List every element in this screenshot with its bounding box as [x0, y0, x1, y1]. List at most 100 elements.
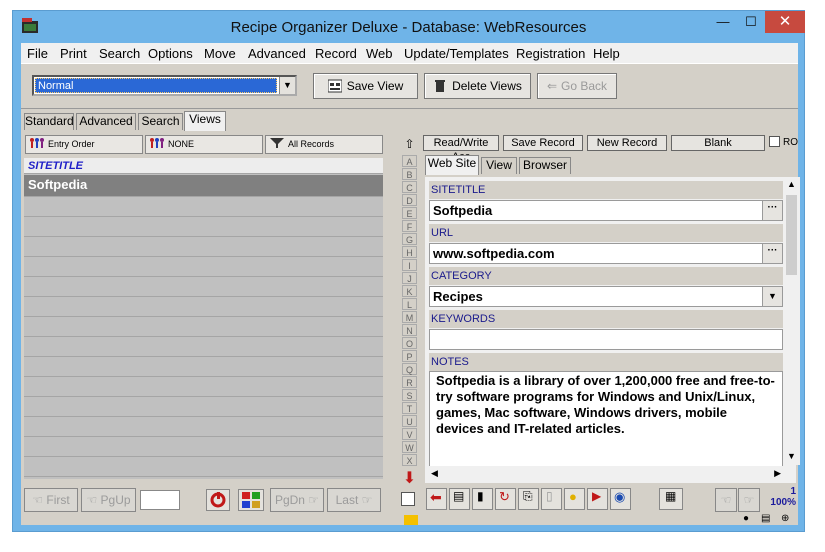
arrow-down-icon[interactable]: ⬇	[400, 468, 419, 487]
copy-record-button[interactable]: ⎘	[518, 488, 539, 510]
refresh-record-button[interactable]: ↻	[495, 488, 516, 510]
scroll-up-icon[interactable]: ▲	[783, 179, 800, 189]
minimize-button[interactable]: —	[709, 11, 737, 33]
list-item-empty[interactable]	[24, 198, 383, 217]
delete-record-button[interactable]: ▮	[472, 488, 493, 510]
prev-record-button[interactable]: ☜	[715, 488, 737, 512]
tab-view[interactable]: View	[481, 157, 517, 174]
category-select[interactable]: Recipes ▼	[429, 286, 783, 307]
alpha-t[interactable]: T	[402, 402, 417, 414]
list-item-empty[interactable]	[24, 378, 383, 397]
list-item-empty[interactable]	[24, 318, 383, 337]
scroll-right-icon[interactable]: ▶	[774, 468, 781, 479]
chevron-down-icon[interactable]: ▼	[279, 77, 295, 94]
menu-options[interactable]: Options	[148, 46, 193, 61]
read-only-checkbox[interactable]: RO	[769, 135, 799, 151]
save-view-button[interactable]: Save View	[313, 73, 418, 99]
alpha-u[interactable]: U	[402, 415, 417, 427]
alpha-c[interactable]: C	[402, 181, 417, 193]
alpha-r[interactable]: R	[402, 376, 417, 388]
alpha-n[interactable]: N	[402, 324, 417, 336]
list-item-empty[interactable]	[24, 338, 383, 357]
list-item-empty[interactable]	[24, 458, 383, 477]
close-button[interactable]: ✕	[765, 11, 805, 33]
previous-arrow-button[interactable]: ⬅	[426, 488, 447, 510]
menu-record[interactable]: Record	[315, 46, 357, 61]
entry-order-button[interactable]: Entry Order	[25, 135, 143, 154]
alpha-b[interactable]: B	[402, 168, 417, 180]
pgup-button[interactable]: ☜ PgUp	[81, 488, 136, 512]
list-item-empty[interactable]	[24, 398, 383, 417]
alpha-o[interactable]: O	[402, 337, 417, 349]
color-tiles-button[interactable]	[238, 489, 264, 511]
keywords-field[interactable]	[429, 329, 783, 350]
paste-record-button[interactable]: ▶	[587, 488, 608, 510]
sitetitle-ellipsis-button[interactable]: ···	[762, 201, 782, 220]
tab-search[interactable]: Search	[138, 113, 183, 130]
alpha-j[interactable]: J	[402, 272, 417, 284]
tip-button[interactable]: ●	[564, 488, 585, 510]
read-write-button[interactable]: Read/Write Acc	[423, 135, 499, 163]
scroll-down-icon[interactable]: ▼	[783, 451, 800, 461]
alpha-h[interactable]: H	[402, 246, 417, 258]
list-item-empty[interactable]	[24, 298, 383, 317]
menu-print[interactable]: Print	[60, 46, 87, 61]
alpha-s[interactable]: S	[402, 389, 417, 401]
alpha-e[interactable]: E	[402, 207, 417, 219]
url-field[interactable]: www.softpedia.com ···	[429, 243, 783, 264]
list-item-empty[interactable]	[24, 438, 383, 457]
last-button[interactable]: Last ☞	[327, 488, 381, 512]
arrow-up-icon[interactable]: ⇧	[400, 137, 419, 155]
list-item[interactable]: Softpedia	[24, 175, 383, 197]
save-record-button[interactable]: Save Record	[503, 135, 583, 151]
alpha-m[interactable]: M	[402, 311, 417, 323]
menu-help[interactable]: Help	[593, 46, 620, 61]
list-item-empty[interactable]	[24, 418, 383, 437]
menu-search[interactable]: Search	[99, 46, 140, 61]
alpha-q[interactable]: Q	[402, 363, 417, 375]
list-item-empty[interactable]	[24, 238, 383, 257]
alpha-l[interactable]: L	[402, 298, 417, 310]
menu-registration[interactable]: Registration	[516, 46, 585, 61]
next-record-button[interactable]: ☞	[738, 488, 760, 512]
alpha-g[interactable]: G	[402, 233, 417, 245]
alpha-i[interactable]: I	[402, 259, 417, 271]
filter-button[interactable]: NONE	[145, 135, 263, 154]
sitetitle-field[interactable]: Softpedia ···	[429, 200, 783, 221]
chevron-down-icon[interactable]: ▼	[762, 287, 782, 306]
view-select[interactable]: Normal ▼	[32, 75, 297, 96]
alpha-p[interactable]: P	[402, 350, 417, 362]
maximize-button[interactable]: ☐	[737, 11, 765, 33]
goto-record-input[interactable]	[140, 490, 180, 510]
list-item-empty[interactable]	[24, 358, 383, 377]
form-horizontal-scrollbar[interactable]: ◀ ▶	[429, 466, 783, 483]
list-column-header[interactable]: SITETITLE	[24, 158, 383, 174]
alpha-k[interactable]: K	[402, 285, 417, 297]
first-button[interactable]: ☜ First	[24, 488, 78, 512]
new-record-button[interactable]: New Record	[587, 135, 667, 151]
blank-button[interactable]: Blank	[671, 135, 765, 151]
disabled-tool-button[interactable]: ▯	[541, 488, 562, 510]
delete-views-button[interactable]: Delete Views	[424, 73, 531, 99]
print-button[interactable]: ▤	[449, 488, 470, 510]
list-item-empty[interactable]	[24, 218, 383, 237]
menu-file[interactable]: File	[27, 46, 48, 61]
tab-standard[interactable]: Standard	[24, 113, 74, 130]
web-button[interactable]: ◉	[610, 488, 631, 510]
scrollbar-thumb[interactable]	[786, 195, 797, 275]
tab-views[interactable]: Views	[184, 111, 226, 131]
list-item-empty[interactable]	[24, 278, 383, 297]
all-records-button[interactable]: All Records	[265, 135, 383, 154]
tab-web-site[interactable]: Web Site	[425, 155, 479, 175]
alpha-v[interactable]: V	[402, 428, 417, 440]
alpha-x[interactable]: X	[402, 454, 417, 466]
alpha-d[interactable]: D	[402, 194, 417, 206]
refresh-button[interactable]	[206, 489, 230, 511]
notes-field[interactable]: Softpedia is a library of over 1,200,000…	[429, 371, 783, 474]
select-checkbox[interactable]	[401, 492, 415, 506]
form-vertical-scrollbar[interactable]: ▲ ▼	[783, 177, 800, 465]
url-ellipsis-button[interactable]: ···	[762, 244, 782, 263]
menu-update-templates[interactable]: Update/Templates	[404, 46, 509, 61]
tab-advanced[interactable]: Advanced	[76, 113, 136, 130]
menu-advanced[interactable]: Advanced	[248, 46, 306, 61]
